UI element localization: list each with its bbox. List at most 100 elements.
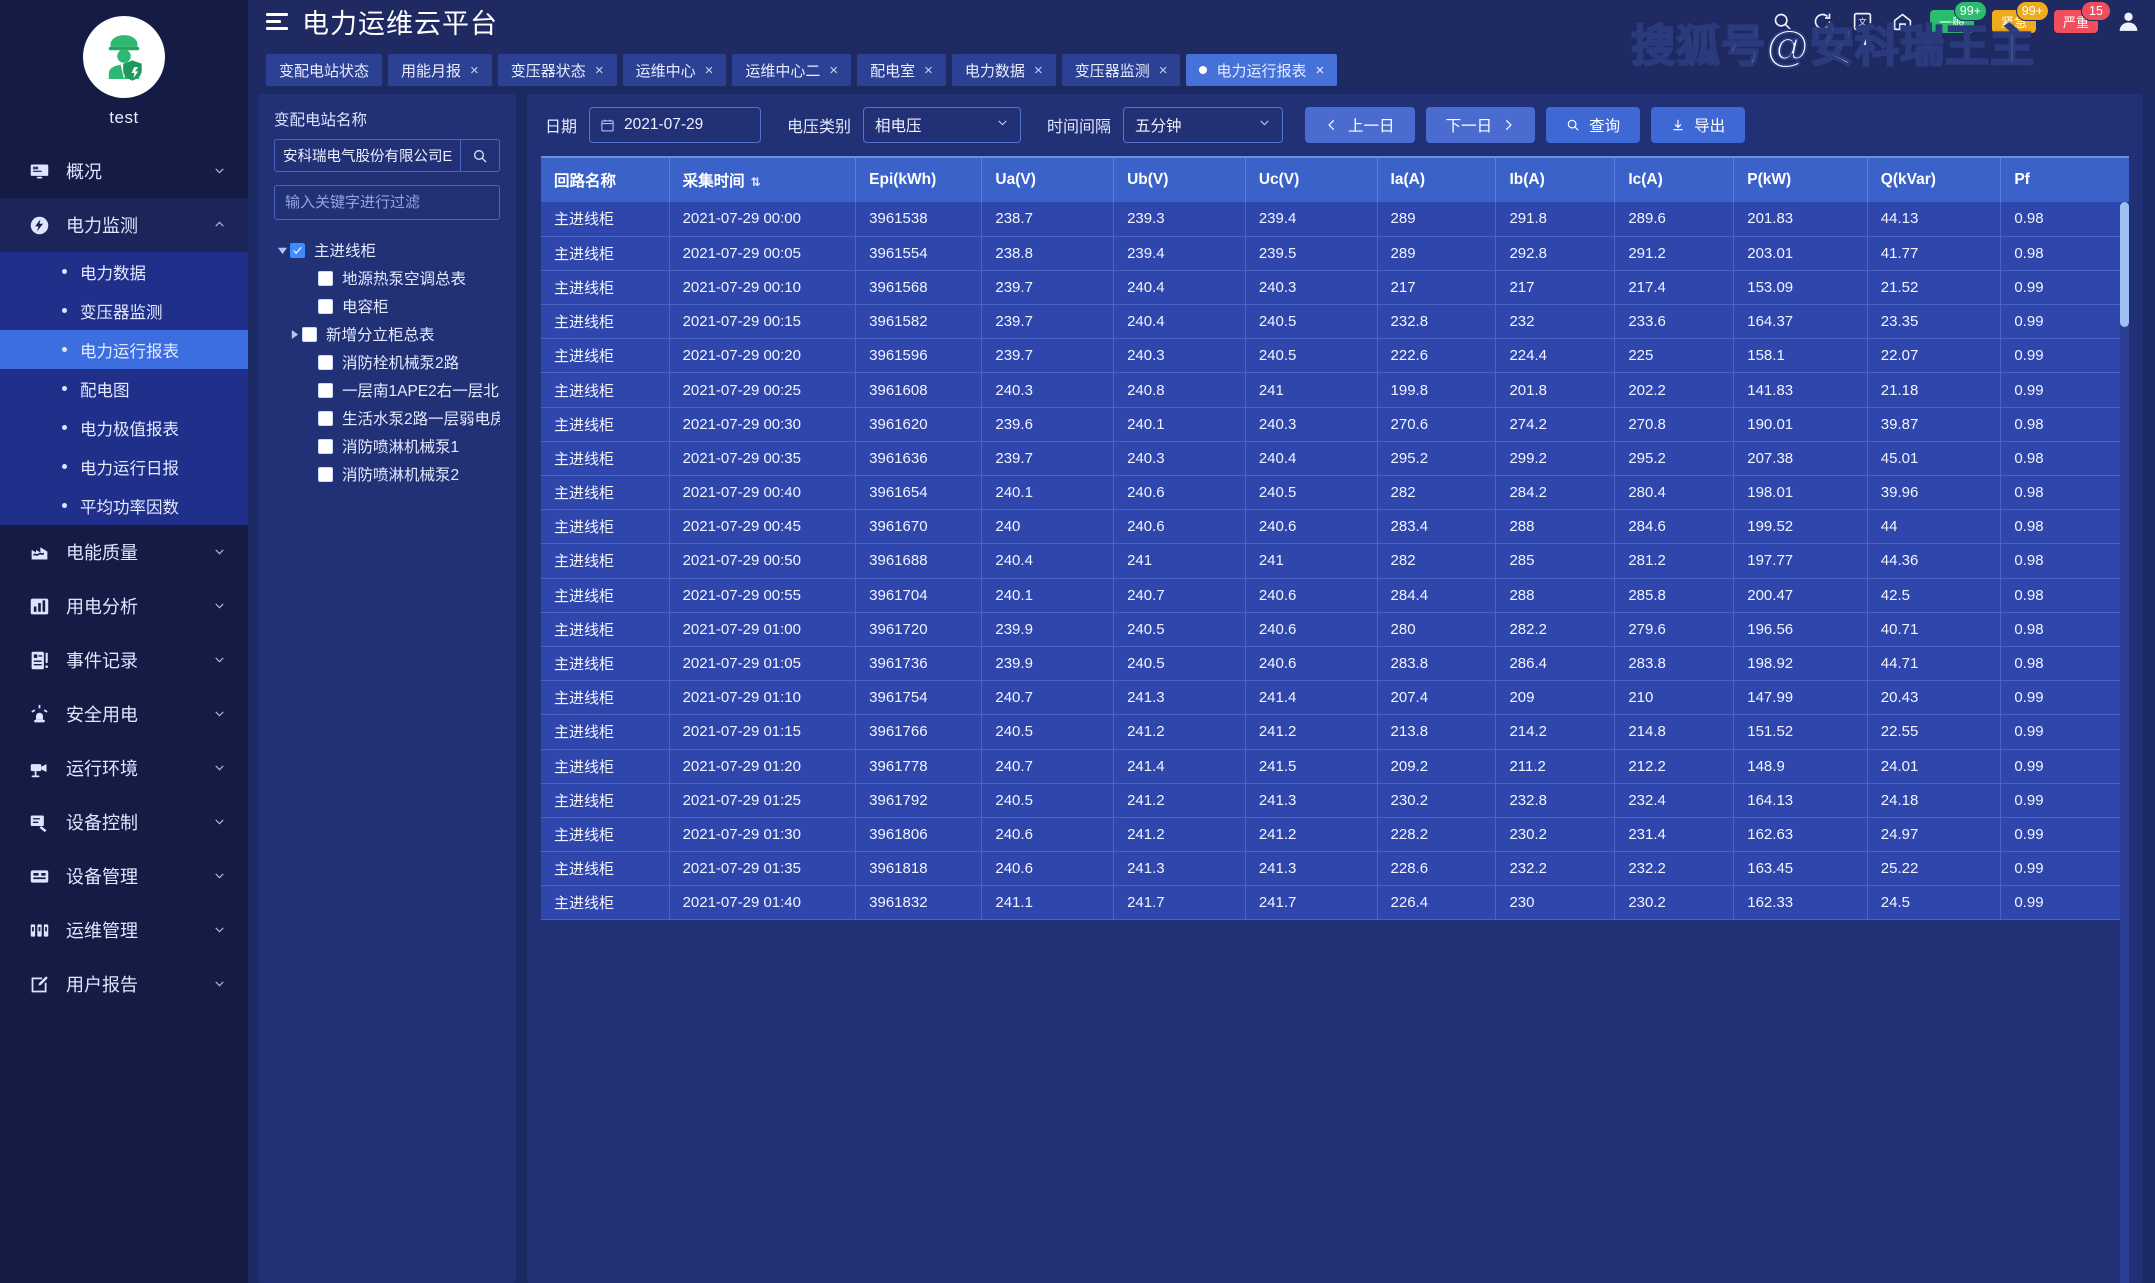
interval-select[interactable]: 五分钟 bbox=[1123, 107, 1283, 143]
tree-checkbox[interactable] bbox=[318, 355, 333, 370]
tree-checkbox[interactable] bbox=[290, 243, 305, 258]
sidebar-item-device-management[interactable]: 设备管理 bbox=[0, 849, 248, 903]
translate-icon[interactable]: 文 bbox=[1850, 8, 1876, 34]
table-row[interactable]: 主进线柜2021-07-29 00:453961670240240.6240.6… bbox=[541, 510, 2129, 544]
table-row[interactable]: 主进线柜2021-07-29 00:003961538238.7239.3239… bbox=[541, 202, 2129, 236]
tab-ops-center[interactable]: 运维中心 × bbox=[623, 54, 727, 86]
sidebar-item-distribution-diagram[interactable]: 配电图 bbox=[0, 369, 248, 408]
close-icon[interactable]: × bbox=[1316, 63, 1325, 78]
table-row[interactable]: 主进线柜2021-07-29 01:353961818240.6241.3241… bbox=[541, 852, 2129, 886]
sidebar-item-overview[interactable]: 概况 bbox=[0, 144, 248, 198]
tab-energy-monthly[interactable]: 用能月报 × bbox=[388, 54, 492, 86]
sidebar-item-event-log[interactable]: 事件记录 bbox=[0, 633, 248, 687]
column-header-ua[interactable]: Ua(V) bbox=[982, 158, 1114, 202]
sidebar-item-safe-power[interactable]: 安全用电 bbox=[0, 687, 248, 741]
table-row[interactable]: 主进线柜2021-07-29 01:403961832241.1241.7241… bbox=[541, 886, 2129, 920]
table-scrollbar-thumb[interactable] bbox=[2120, 202, 2129, 327]
tab-ops-center-2[interactable]: 运维中心二 × bbox=[732, 54, 851, 86]
close-icon[interactable]: × bbox=[470, 63, 479, 78]
tree-node-capacitor-cabinet[interactable]: 电容柜 bbox=[274, 292, 500, 320]
tree-node-new-separate-cabinet[interactable]: 新增分立柜总表 bbox=[274, 320, 500, 348]
home-icon[interactable] bbox=[1890, 8, 1916, 34]
close-icon[interactable]: × bbox=[1159, 63, 1168, 78]
tab-power-operation-report[interactable]: 电力运行报表 × bbox=[1186, 54, 1337, 86]
close-icon[interactable]: × bbox=[595, 63, 604, 78]
close-icon[interactable]: × bbox=[829, 63, 838, 78]
tree-checkbox[interactable] bbox=[318, 271, 333, 286]
tab-transformer-monitor[interactable]: 变压器监测 × bbox=[1062, 54, 1181, 86]
caret-expanded-icon[interactable] bbox=[274, 246, 290, 255]
tree-filter-input[interactable] bbox=[274, 185, 500, 220]
column-header-time[interactable]: 采集时间⇅ bbox=[669, 158, 856, 202]
user-avatar-icon[interactable] bbox=[2116, 9, 2141, 34]
table-row[interactable]: 主进线柜2021-07-29 00:403961654240.1240.6240… bbox=[541, 476, 2129, 510]
table-row[interactable]: 主进线柜2021-07-29 01:103961754240.7241.3241… bbox=[541, 681, 2129, 715]
tree-node-main-cabinet[interactable]: 主进线柜 bbox=[274, 236, 500, 264]
status-badge-normal[interactable]: 一般 99+ bbox=[1930, 10, 1974, 33]
table-row[interactable]: 主进线柜2021-07-29 00:353961636239.7240.3240… bbox=[541, 441, 2129, 475]
sidebar-item-user-report[interactable]: 用户报告 bbox=[0, 957, 248, 1011]
sidebar-item-ops-management[interactable]: 运维管理 bbox=[0, 903, 248, 957]
column-header-uc[interactable]: Uc(V) bbox=[1245, 158, 1377, 202]
sidebar-item-operating-environment[interactable]: 运行环境 bbox=[0, 741, 248, 795]
sidebar-item-transformer-monitor[interactable]: 变压器监测 bbox=[0, 291, 248, 330]
tab-substation-status[interactable]: 变配电站状态 bbox=[266, 54, 382, 86]
tree-checkbox[interactable] bbox=[302, 327, 317, 342]
tree-node-floor1-ape[interactable]: 一层南1APE2右一层北1APE1左 bbox=[274, 376, 500, 404]
table-row[interactable]: 主进线柜2021-07-29 01:003961720239.9240.5240… bbox=[541, 612, 2129, 646]
close-icon[interactable]: × bbox=[705, 63, 714, 78]
tree-node-sprinkler-pump-2[interactable]: 消防喷淋机械泵2 bbox=[274, 460, 500, 488]
table-row[interactable]: 主进线柜2021-07-29 00:253961608240.3240.8241… bbox=[541, 373, 2129, 407]
tree-checkbox[interactable] bbox=[318, 439, 333, 454]
tree-node-sprinkler-pump-1[interactable]: 消防喷淋机械泵1 bbox=[274, 432, 500, 460]
sidebar-item-power-quality[interactable]: 电能质量 bbox=[0, 525, 248, 579]
column-header-ic[interactable]: Ic(A) bbox=[1615, 158, 1734, 202]
tree-node-heatpump-meter[interactable]: 地源热泵空调总表 bbox=[274, 264, 500, 292]
tree-checkbox[interactable] bbox=[318, 467, 333, 482]
refresh-icon[interactable] bbox=[1810, 8, 1836, 34]
tree-checkbox[interactable] bbox=[318, 383, 333, 398]
date-picker[interactable]: 2021-07-29 bbox=[589, 107, 761, 143]
tab-distribution-room[interactable]: 配电室 × bbox=[857, 54, 946, 86]
caret-collapsed-icon[interactable] bbox=[286, 330, 302, 339]
search-button[interactable] bbox=[460, 139, 500, 172]
sort-icon[interactable]: ⇅ bbox=[751, 175, 761, 189]
query-button[interactable]: 查询 bbox=[1546, 107, 1640, 143]
column-header-ib[interactable]: Ib(A) bbox=[1496, 158, 1615, 202]
table-scrollbar-track[interactable] bbox=[2120, 202, 2129, 1283]
table-row[interactable]: 主进线柜2021-07-29 00:303961620239.6240.1240… bbox=[541, 407, 2129, 441]
hamburger-icon[interactable] bbox=[266, 12, 288, 30]
sidebar-item-daily-report[interactable]: 电力运行日报 bbox=[0, 447, 248, 486]
tree-checkbox[interactable] bbox=[318, 411, 333, 426]
export-button[interactable]: 导出 bbox=[1651, 107, 1745, 143]
sidebar-item-power-report[interactable]: 电力运行报表 bbox=[0, 330, 248, 369]
search-icon[interactable] bbox=[1770, 8, 1796, 34]
table-row[interactable]: 主进线柜2021-07-29 01:303961806240.6241.2241… bbox=[541, 817, 2129, 851]
sidebar-item-device-control[interactable]: 设备控制 bbox=[0, 795, 248, 849]
column-header-p[interactable]: P(kW) bbox=[1734, 158, 1868, 202]
tab-power-data[interactable]: 电力数据 × bbox=[952, 54, 1056, 86]
table-row[interactable]: 主进线柜2021-07-29 01:153961766240.5241.2241… bbox=[541, 715, 2129, 749]
sidebar-item-power-analysis[interactable]: 用电分析 bbox=[0, 579, 248, 633]
close-icon[interactable]: × bbox=[924, 63, 933, 78]
voltage-type-select[interactable]: 相电压 bbox=[863, 107, 1021, 143]
column-header-ub[interactable]: Ub(V) bbox=[1114, 158, 1246, 202]
sidebar-item-extreme-report[interactable]: 电力极值报表 bbox=[0, 408, 248, 447]
table-row[interactable]: 主进线柜2021-07-29 00:553961704240.1240.7240… bbox=[541, 578, 2129, 612]
table-row[interactable]: 主进线柜2021-07-29 00:203961596239.7240.3240… bbox=[541, 339, 2129, 373]
sidebar-item-power-data[interactable]: 电力数据 bbox=[0, 252, 248, 291]
table-row[interactable]: 主进线柜2021-07-29 01:253961792240.5241.2241… bbox=[541, 783, 2129, 817]
sidebar-item-avg-power-factor[interactable]: 平均功率因数 bbox=[0, 486, 248, 525]
column-header-epi[interactable]: Epi(kWh) bbox=[856, 158, 982, 202]
tree-node-water-pump-2[interactable]: 生活水泵2路一层弱电房 bbox=[274, 404, 500, 432]
column-header-q[interactable]: Q(kVar) bbox=[1867, 158, 2001, 202]
tree-node-hydrant-pump-2[interactable]: 消防栓机械泵2路 bbox=[274, 348, 500, 376]
table-row[interactable]: 主进线柜2021-07-29 00:103961568239.7240.4240… bbox=[541, 270, 2129, 304]
status-badge-severe[interactable]: 严重 15 bbox=[2054, 10, 2098, 33]
column-header-circuit[interactable]: 回路名称 bbox=[541, 158, 669, 202]
column-header-pf[interactable]: Pf bbox=[2001, 158, 2129, 202]
close-icon[interactable]: × bbox=[1034, 63, 1043, 78]
table-row[interactable]: 主进线柜2021-07-29 01:053961736239.9240.5240… bbox=[541, 646, 2129, 680]
table-row[interactable]: 主进线柜2021-07-29 00:053961554238.8239.4239… bbox=[541, 236, 2129, 270]
tab-transformer-status[interactable]: 变压器状态 × bbox=[498, 54, 617, 86]
